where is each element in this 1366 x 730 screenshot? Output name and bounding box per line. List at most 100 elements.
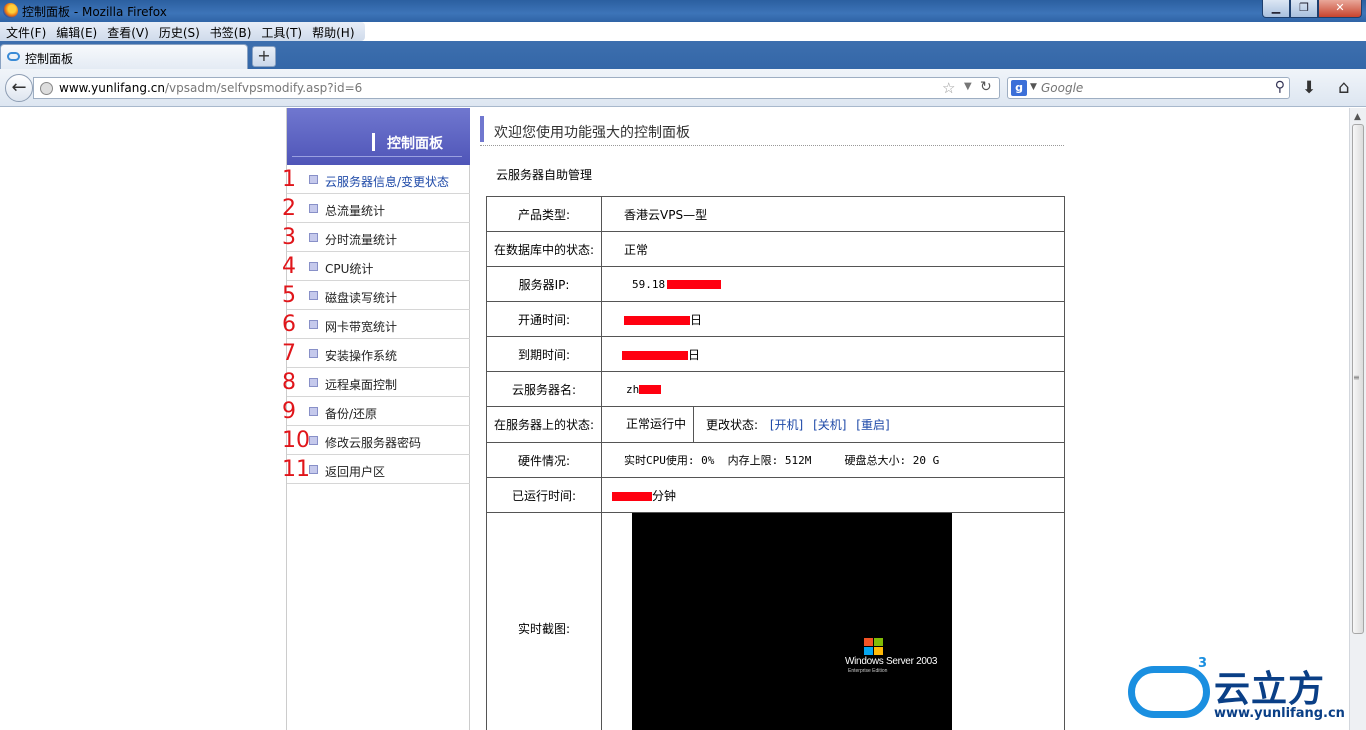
new-tab-button[interactable]: + [252,46,276,67]
sidebar-item-label[interactable]: 修改云服务器密码 [325,434,421,451]
watermark-sup: 3 [1198,656,1208,671]
welcome-text: 欢迎您使用功能强大的控制面板 [494,125,690,141]
vertical-scrollbar[interactable]: ▲ ≡ [1349,108,1366,730]
search-input[interactable] [1041,80,1271,96]
url-bar[interactable]: www.yunlifang.cn/vpsadm/selfvpsmodify.as… [33,77,1000,99]
sidebar-item-total-traffic[interactable]: 2 总流量统计 [282,194,470,223]
server-info-table: 产品类型: 香港云VPS—型 在数据库中的状态: 正常 服务器IP: 59.18… [486,196,1065,730]
table-row: 产品类型: 香港云VPS—型 [486,196,1065,232]
sidebar-item-cpu-stats[interactable]: 4 CPU统计 [282,252,470,281]
sidebar-item-label[interactable]: 安装操作系统 [325,347,397,364]
home-icon[interactable]: ⌂ [1338,77,1349,98]
item-number: 1 [282,167,296,192]
bullet-icon [309,175,318,184]
bullet-icon [309,436,318,445]
sidebar-item-disk-io[interactable]: 5 磁盘读写统计 [282,281,470,310]
url-path: /vpsadm/selfvpsmodify.asp?id=6 [164,81,363,95]
tab-label: 控制面板 [25,52,74,66]
value-expire-time-cell: 日 [601,336,1065,372]
item-number: 5 [282,283,296,308]
bullet-icon [309,407,318,416]
sidebar-menu: 1 云服务器信息/变更状态 2 总流量统计 3 分时流量统计 4 CPU统计 5 [282,165,470,484]
download-icon[interactable]: ⬇ [1302,78,1316,98]
bullet-icon [309,378,318,387]
search-engine-dropdown-icon[interactable]: ▼ [1030,82,1037,92]
sidebar-item-label[interactable]: CPU统计 [325,260,373,277]
restore-button[interactable]: ❐ [1290,0,1318,18]
sidebar-header-divider [292,156,462,157]
status-split: 正常运行中 更改状态: [开机] [关机] [重启] [602,407,1064,442]
label-open-time: 开通时间: [486,301,602,337]
sidebar-item-label[interactable]: 磁盘读写统计 [325,289,397,306]
menu-history[interactable]: 历史(S) [155,22,206,41]
bullet-icon [309,262,318,271]
value-product-type: 香港云VPS—型 [601,196,1065,232]
close-button[interactable]: ✕ [1318,0,1362,18]
sidebar-item-server-info[interactable]: 1 云服务器信息/变更状态 [282,165,470,194]
scrollbar-grip-icon: ≡ [1353,373,1360,382]
watermark-site: www.yunlifang.cn [1214,706,1345,721]
window-controls: ▁ ❐ ✕ [1262,0,1362,18]
back-button[interactable]: ← [5,74,33,102]
bullet-icon [309,204,318,213]
menu-view[interactable]: 查看(V) [103,22,155,41]
value-ip-cell: 59.18 [601,266,1065,302]
item-number: 7 [282,341,296,366]
sidebar-item-label[interactable]: 总流量统计 [325,202,385,219]
bookmark-star-icon[interactable]: ☆ [942,79,955,97]
google-icon[interactable]: g [1011,80,1027,96]
menu-help[interactable]: 帮助(H) [308,22,360,41]
sidebar-item-backup-restore[interactable]: 9 备份/还原 [282,397,470,426]
redaction-mark [639,385,662,394]
menu-edit[interactable]: 编辑(E) [52,22,103,41]
item-number: 3 [282,225,296,250]
sidebar-item-label[interactable]: 远程桌面控制 [325,376,397,393]
sidebar-item-nic-bandwidth[interactable]: 6 网卡带宽统计 [282,310,470,339]
welcome-header: 欢迎您使用功能强大的控制面板 [480,116,1064,146]
menubar: 文件(F) 编辑(E) 查看(V) 历史(S) 书签(B) 工具(T) 帮助(H… [0,22,365,41]
power-off-link[interactable]: [关机] [813,418,846,432]
restart-link[interactable]: [重启] [856,418,889,432]
bullet-icon [309,465,318,474]
bullet-icon [309,233,318,242]
globe-icon [40,82,53,95]
item-number: 11 [282,457,310,482]
menu-file[interactable]: 文件(F) [2,22,52,41]
reload-icon[interactable]: ↻ [980,79,992,95]
page-viewport: 控制面板 1 云服务器信息/变更状态 2 总流量统计 3 分时流量统计 4 CP… [0,108,1349,730]
label-ip: 服务器IP: [486,266,602,302]
scroll-up-icon[interactable]: ▲ [1354,112,1361,122]
value-db-status: 正常 [601,231,1065,267]
cloud-logo-icon [1128,666,1210,718]
sidebar-item-remote-desktop[interactable]: 8 远程桌面控制 [282,368,470,397]
sidebar-item-label[interactable]: 备份/还原 [325,405,377,422]
table-row: 实时截图: Windows Server 2003 Enterprise Edi… [486,512,1065,730]
welcome-bar [480,116,484,142]
sidebar-item-hourly-traffic[interactable]: 3 分时流量统计 [282,223,470,252]
sidebar-item-label[interactable]: 云服务器信息/变更状态 [325,173,449,190]
menu-bookmarks[interactable]: 书签(B) [206,22,258,41]
bullet-icon [309,349,318,358]
minimize-button[interactable]: ▁ [1262,0,1290,18]
item-number: 2 [282,196,296,221]
sidebar-item-label[interactable]: 分时流量统计 [325,231,397,248]
menu-tools[interactable]: 工具(T) [257,22,308,41]
window-titlebar: 控制面板 - Mozilla Firefox ▁ ❐ ✕ [0,0,1366,22]
value-server-status: 正常运行中 [602,407,694,442]
tab-control-panel[interactable]: 控制面板 [0,44,248,69]
chevron-down-icon[interactable]: ▼ [964,81,972,92]
item-number: 8 [282,370,296,395]
table-row: 已运行时间: 分钟 [486,477,1065,513]
sidebar-item-back-to-user[interactable]: 11 返回用户区 [282,455,470,484]
sidebar-item-label[interactable]: 返回用户区 [325,463,385,480]
search-icon[interactable]: ⚲ [1275,79,1285,95]
table-row: 在数据库中的状态: 正常 [486,231,1065,267]
sidebar-item-change-password[interactable]: 10 修改云服务器密码 [282,426,470,455]
item-number: 9 [282,399,296,424]
power-on-link[interactable]: [开机] [770,418,803,432]
os-name-text: Windows Server 2003 [845,656,938,667]
label-screenshot: 实时截图: [486,512,602,730]
sidebar-item-label[interactable]: 网卡带宽统计 [325,318,397,335]
sidebar-item-install-os[interactable]: 7 安装操作系统 [282,339,470,368]
url-text[interactable]: www.yunlifang.cn/vpsadm/selfvpsmodify.as… [59,81,362,95]
